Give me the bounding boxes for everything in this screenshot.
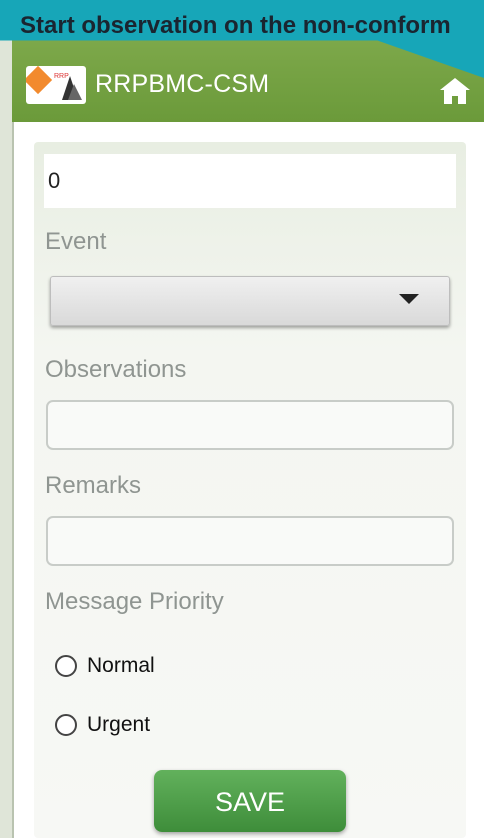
app-title: RRPBMC-CSM [95,70,270,98]
organization-logo: RRP [26,66,86,104]
event-label: Event [45,228,107,255]
priority-option-urgent[interactable]: Urgent [55,710,150,740]
priority-option-normal[interactable]: Normal [55,651,155,681]
event-select[interactable] [50,276,450,326]
home-icon[interactable] [436,76,474,106]
svg-text:RRP: RRP [54,73,69,80]
observations-input[interactable] [46,400,454,450]
radio-button-urgent[interactable] [55,714,77,736]
remarks-label: Remarks [45,472,142,499]
id-field[interactable]: 0 [44,154,456,208]
remarks-input[interactable] [46,516,454,566]
save-button[interactable]: SAVE [154,770,346,832]
banner-text: Start observation on the non-conform [20,12,451,39]
radio-button-normal[interactable] [55,655,77,677]
chevron-down-icon [399,294,419,304]
message-priority-label: Message Priority [45,588,224,615]
radio-label-normal: Normal [87,654,155,677]
observations-label: Observations [45,356,187,383]
radio-label-urgent: Urgent [87,713,151,736]
